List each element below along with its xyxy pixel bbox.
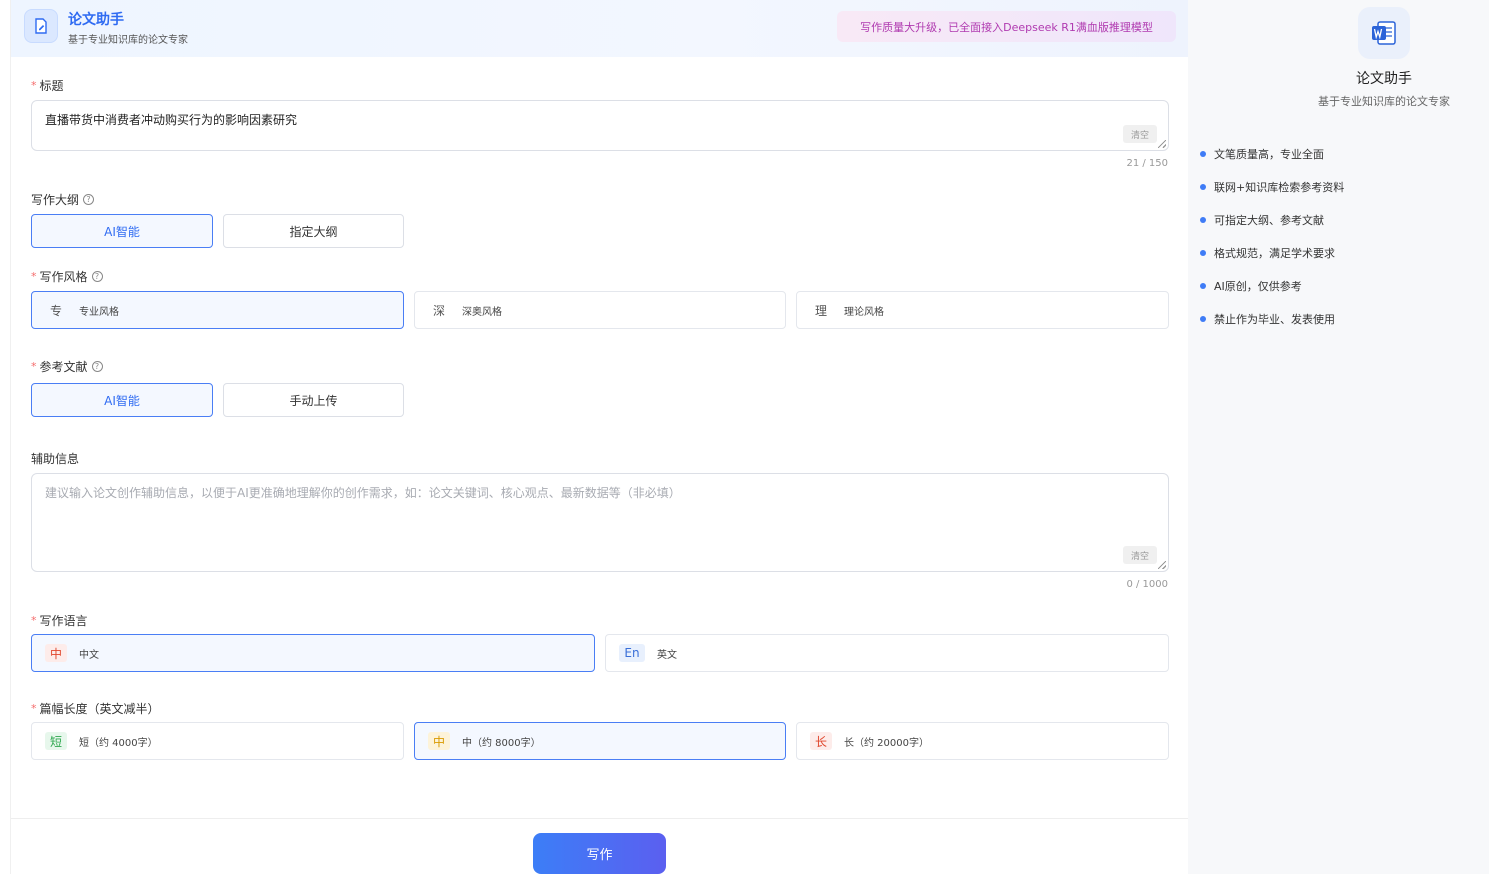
bullet-icon — [1200, 217, 1206, 223]
language-chinese-option[interactable]: 中 中文 — [31, 634, 595, 672]
help-icon[interactable]: ? — [91, 271, 103, 282]
document-edit-icon — [24, 9, 58, 43]
help-icon[interactable]: ? — [91, 361, 103, 372]
bullet-icon — [1200, 316, 1206, 322]
sidebar-title: 论文助手 — [1356, 71, 1412, 87]
submit-bar: 写作 — [11, 818, 1189, 874]
references-ai-button[interactable]: AI智能 — [31, 383, 213, 417]
upgrade-banner[interactable]: 写作质量大升级，已全面接入Deepseek R1满血版推理模型 — [837, 11, 1176, 42]
length-badge: 长 — [810, 732, 832, 750]
style-label: * 写作风格 ? — [31, 268, 103, 285]
word-doc-icon — [1358, 7, 1410, 59]
header-subtitle: 基于专业知识库的论文专家 — [68, 35, 188, 46]
style-badge: 理 — [814, 303, 827, 318]
header-title: 论文助手 — [68, 12, 124, 28]
help-icon[interactable]: ? — [83, 194, 95, 205]
write-button[interactable]: 写作 — [533, 833, 666, 874]
outline-label: 写作大纲 ? — [31, 191, 95, 208]
language-option-label: 英文 — [657, 649, 677, 661]
language-english-option[interactable]: En 英文 — [605, 634, 1169, 672]
style-badge: 专 — [49, 303, 62, 318]
length-option-label: 中（约 8000字） — [462, 737, 541, 749]
aux-input[interactable]: 建议输入论文创作辅助信息，以便于AI更准确地理解你的创作需求，如：论文关键词、核… — [31, 473, 1169, 572]
style-option-label: 深奥风格 — [462, 306, 502, 318]
sidebar: 论文助手 基于专业知识库的论文专家 文笔质量高，专业全面 联网+知识库检索参考资… — [1188, 0, 1489, 874]
aux-input-placeholder: 建议输入论文创作辅助信息，以便于AI更准确地理解你的创作需求，如：论文关键词、核… — [45, 486, 681, 500]
title-input-value: 直播带货中消费者冲动购买行为的影响因素研究 — [45, 113, 298, 127]
feature-item: 格式规范，满足学术要求 — [1200, 245, 1335, 261]
style-badge: 深 — [432, 303, 445, 318]
bullet-icon — [1200, 283, 1206, 289]
references-label: * 参考文献 ? — [31, 358, 103, 375]
feature-item: 禁止作为毕业、发表使用 — [1200, 311, 1335, 327]
length-option-label: 长（约 20000字） — [844, 737, 929, 749]
language-option-label: 中文 — [79, 649, 99, 661]
title-input[interactable]: 直播带货中消费者冲动购买行为的影响因素研究 清空 — [31, 100, 1169, 151]
title-clear-button[interactable]: 清空 — [1123, 125, 1157, 143]
required-mark: * — [31, 702, 37, 715]
aux-label: 辅助信息 — [31, 452, 80, 466]
feature-item: 联网+知识库检索参考资料 — [1200, 179, 1344, 195]
length-short-option[interactable]: 短 短（约 4000字） — [31, 722, 404, 760]
title-label: * 标题 — [31, 79, 64, 93]
bullet-icon — [1200, 184, 1206, 190]
length-badge: 短 — [45, 732, 67, 750]
length-medium-option[interactable]: 中 中（约 8000字） — [414, 722, 786, 760]
feature-item: 可指定大纲、参考文献 — [1200, 212, 1324, 228]
resize-handle-icon[interactable] — [1158, 140, 1166, 148]
style-option-label: 理论风格 — [844, 306, 884, 318]
resize-handle-icon[interactable] — [1158, 561, 1166, 569]
language-badge: 中 — [45, 644, 67, 662]
required-mark: * — [31, 270, 37, 283]
aux-clear-button[interactable]: 清空 — [1123, 546, 1157, 564]
length-option-label: 短（约 4000字） — [79, 737, 158, 749]
outline-ai-button[interactable]: AI智能 — [31, 214, 213, 248]
length-badge: 中 — [428, 732, 450, 750]
length-long-option[interactable]: 长 长（约 20000字） — [796, 722, 1169, 760]
required-mark: * — [31, 614, 37, 627]
bullet-icon — [1200, 151, 1206, 157]
language-badge: En — [619, 644, 645, 662]
header: 论文助手 基于专业知识库的论文专家 写作质量大升级，已全面接入Deepseek … — [11, 0, 1189, 57]
style-option-label: 专业风格 — [79, 306, 119, 318]
main-panel: 论文助手 基于专业知识库的论文专家 写作质量大升级，已全面接入Deepseek … — [10, 0, 1189, 874]
outline-custom-button[interactable]: 指定大纲 — [223, 214, 404, 248]
bullet-icon — [1200, 250, 1206, 256]
length-label: * 篇幅长度（英文减半） — [31, 702, 160, 716]
required-mark: * — [31, 79, 37, 92]
required-mark: * — [31, 360, 37, 373]
feature-item: 文笔质量高，专业全面 — [1200, 146, 1324, 162]
feature-item: AI原创，仅供参考 — [1200, 278, 1302, 294]
aux-counter: 0 / 1000 — [1126, 579, 1168, 590]
references-upload-button[interactable]: 手动上传 — [223, 383, 404, 417]
style-theory-option[interactable]: 理 理论风格 — [796, 291, 1169, 329]
sidebar-subtitle: 基于专业知识库的论文专家 — [1318, 95, 1450, 108]
style-professional-option[interactable]: 专 专业风格 — [31, 291, 404, 329]
title-counter: 21 / 150 — [1126, 158, 1168, 169]
language-label: * 写作语言 — [31, 614, 88, 628]
style-profound-option[interactable]: 深 深奥风格 — [414, 291, 786, 329]
